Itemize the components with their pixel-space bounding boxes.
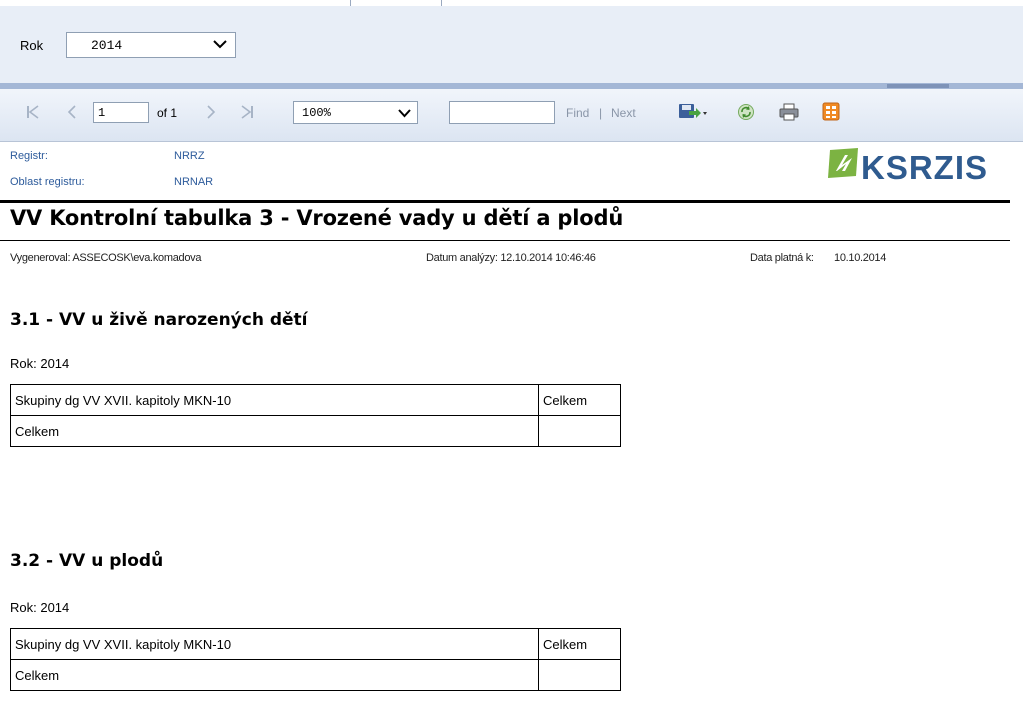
section-year: Rok: 2014	[10, 600, 70, 615]
year-select-value: 2014	[91, 38, 123, 53]
refresh-icon[interactable]	[737, 103, 755, 121]
table-header-cell: Skupiny dg VV XVII. kapitoly MKN-10	[10, 628, 539, 660]
oblast-value: NRNAR	[174, 176, 214, 188]
valid-label: Data platná k:	[750, 252, 814, 264]
zoom-value: 100%	[302, 106, 331, 120]
table-header-row: Skupiny dg VV XVII. kapitoly MKN-10 Celk…	[10, 384, 621, 416]
analysis-date: Datum analýzy: 12.10.2014 10:46:46	[426, 252, 596, 264]
zoom-select[interactable]: 100%	[293, 101, 418, 124]
report-toolbar: of 1 100% Find | Next	[0, 89, 1023, 142]
table-cell: Celkem	[10, 415, 539, 447]
section-title: 3.2 - VV u plodů	[10, 551, 164, 571]
table-cell	[538, 415, 621, 447]
vv-table: Skupiny dg VV XVII. kapitoly MKN-10 Celk…	[10, 384, 621, 447]
parameter-area: Rok 2014	[0, 0, 1023, 88]
registr-label: Registr:	[10, 150, 48, 162]
page-count: of 1	[157, 106, 178, 120]
splitter-handle[interactable]	[887, 84, 949, 88]
table-row: Celkem	[10, 659, 621, 691]
print-icon[interactable]	[779, 103, 799, 121]
section-year: Rok: 2014	[10, 356, 70, 371]
vv-table: Skupiny dg VV XVII. kapitoly MKN-10 Celk…	[10, 628, 621, 691]
title-rule-top	[0, 200, 1010, 203]
year-label: Rok	[20, 38, 44, 53]
oblast-label: Oblast registru:	[10, 176, 85, 188]
chevron-down-icon	[213, 40, 227, 49]
next-link[interactable]: Next	[611, 106, 636, 120]
registr-value: NRRZ	[174, 150, 205, 162]
find-link[interactable]: Find	[566, 106, 589, 120]
section-title: 3.1 - VV u živě narozených dětí	[10, 310, 308, 330]
valid-value: 10.10.2014	[834, 252, 887, 264]
table-row: Celkem	[10, 415, 621, 447]
table-cell	[538, 659, 621, 691]
find-input[interactable]	[449, 101, 555, 124]
next-page-icon[interactable]	[206, 105, 216, 119]
first-page-icon[interactable]	[26, 105, 40, 119]
top-strip	[0, 0, 1023, 6]
chevron-down-icon	[398, 109, 411, 118]
table-cell: Celkem	[10, 659, 539, 691]
export-save-icon[interactable]	[678, 102, 708, 122]
table-header-cell: Celkem	[538, 384, 621, 416]
year-select[interactable]: 2014	[66, 32, 236, 58]
generated-by: Vygeneroval: ASSECOSK\eva.komadova	[10, 252, 202, 264]
last-page-icon[interactable]	[240, 105, 254, 119]
table-header-cell: Skupiny dg VV XVII. kapitoly MKN-10	[10, 384, 539, 416]
title-rule-bottom	[0, 240, 1010, 241]
table-header-row: Skupiny dg VV XVII. kapitoly MKN-10 Celk…	[10, 628, 621, 660]
previous-page-icon[interactable]	[67, 105, 77, 119]
report-title: VV Kontrolní tabulka 3 - Vrozené vady u …	[10, 206, 624, 230]
table-header-cell: Celkem	[538, 628, 621, 660]
data-feed-icon[interactable]	[822, 102, 840, 121]
find-separator: |	[599, 106, 603, 120]
top-strip-tick	[441, 0, 442, 6]
logo-text: KSRZIS	[861, 149, 989, 186]
top-strip-tick	[350, 0, 351, 6]
page-number-input[interactable]	[93, 102, 149, 123]
ksrzis-logo-icon	[828, 148, 858, 178]
